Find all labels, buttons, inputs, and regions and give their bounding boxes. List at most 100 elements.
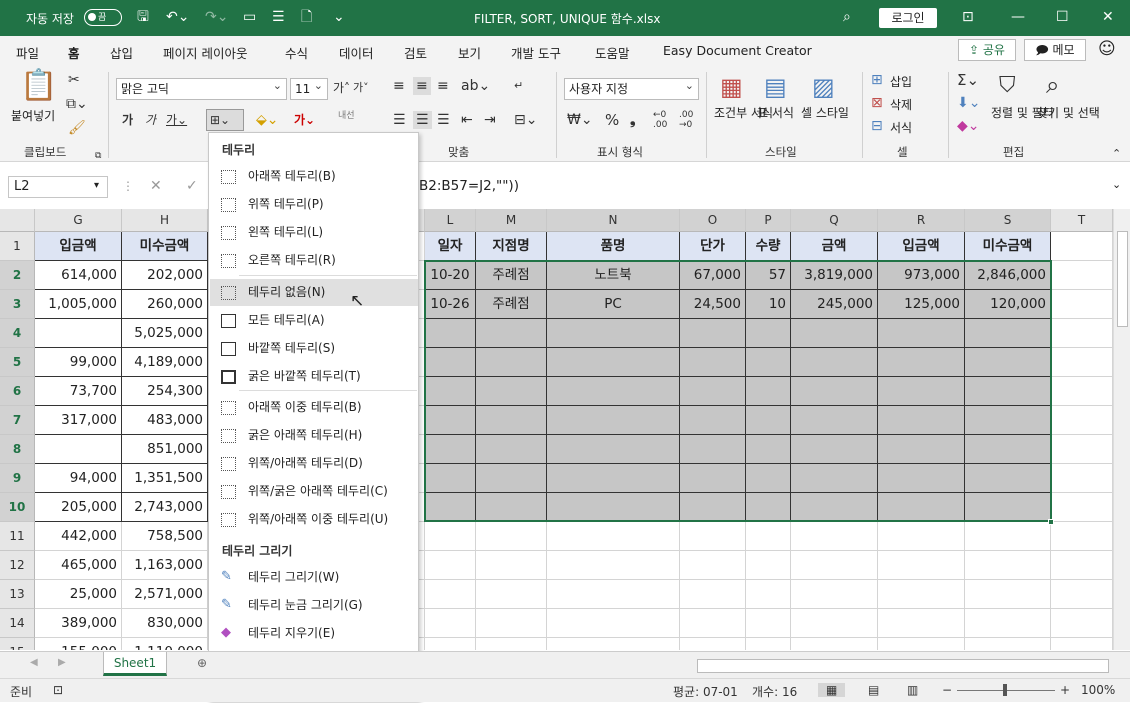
accounting-format-icon[interactable]: ₩⌄: [567, 112, 593, 128]
copy-icon[interactable]: ⧉⌄: [66, 96, 88, 112]
row-header[interactable]: 5: [0, 348, 35, 377]
menu-item-border-top-bottom[interactable]: 위쪽/아래쪽 테두리(D): [210, 450, 418, 477]
insert-cells-button[interactable]: 삽입: [890, 73, 912, 90]
cell[interactable]: [878, 406, 965, 435]
column-header-p[interactable]: P: [746, 209, 791, 232]
table-header-cell[interactable]: 지점명: [476, 232, 547, 261]
column-header-t[interactable]: T: [1051, 209, 1113, 232]
cell-g7[interactable]: 317,000: [35, 406, 122, 435]
cell-g5[interactable]: 99,000: [35, 348, 122, 377]
cell[interactable]: [425, 522, 476, 551]
tab-formulas[interactable]: 수식: [285, 43, 308, 62]
cell[interactable]: [791, 609, 878, 638]
cell-h8[interactable]: 851,000: [122, 435, 208, 464]
cell[interactable]: [680, 464, 746, 493]
cell[interactable]: [1051, 638, 1113, 650]
cell-h15[interactable]: 1,110,000: [122, 638, 208, 650]
cell[interactable]: [425, 464, 476, 493]
cell[interactable]: [425, 580, 476, 609]
cell[interactable]: [791, 377, 878, 406]
cell[interactable]: [791, 348, 878, 377]
column-header-o[interactable]: O: [680, 209, 746, 232]
format-cells-button[interactable]: 서식: [890, 119, 912, 136]
cell-h4[interactable]: 5,025,000: [122, 319, 208, 348]
bold-icon[interactable]: 가: [122, 112, 133, 128]
cell[interactable]: [476, 580, 547, 609]
cell[interactable]: [791, 638, 878, 650]
cell[interactable]: [476, 464, 547, 493]
cell[interactable]: [878, 551, 965, 580]
delete-cells-button[interactable]: 삭제: [890, 96, 912, 113]
number-format-select[interactable]: 사용자 지정: [564, 76, 699, 100]
cell[interactable]: [680, 551, 746, 580]
row-header[interactable]: 12: [0, 551, 35, 580]
table-data-cell[interactable]: 10-26: [425, 290, 476, 319]
expand-formula-icon[interactable]: ⌄: [1112, 178, 1121, 191]
cell[interactable]: [965, 522, 1051, 551]
increase-indent-icon[interactable]: ⇥: [484, 112, 496, 128]
menu-item-border-none[interactable]: 테두리 없음(N): [210, 279, 418, 306]
menu-item-draw-border[interactable]: ✎ 테두리 그리기(W): [210, 564, 418, 591]
column-header-q[interactable]: Q: [791, 209, 878, 232]
table-data-cell[interactable]: 125,000: [878, 290, 965, 319]
cell[interactable]: [746, 580, 791, 609]
cell[interactable]: [1051, 348, 1113, 377]
enter-formula-icon[interactable]: ✓: [186, 178, 198, 194]
table-data-cell[interactable]: PC: [547, 290, 680, 319]
table-data-cell[interactable]: 주례점: [476, 290, 547, 319]
cell[interactable]: [746, 377, 791, 406]
cell[interactable]: [791, 580, 878, 609]
ribbon-display-icon[interactable]: ⊡: [962, 8, 974, 26]
cell[interactable]: [1051, 522, 1113, 551]
menu-item-border-double-bottom[interactable]: 아래쪽 이중 테두리(B): [210, 394, 418, 421]
tab-developer[interactable]: 개발 도구: [511, 43, 561, 62]
column-header-r[interactable]: R: [878, 209, 965, 232]
find-select-button[interactable]: 찾기 및 선택: [1037, 106, 1100, 121]
redo-icon[interactable]: ↷⌄: [205, 8, 228, 26]
cell[interactable]: [965, 493, 1051, 522]
cell[interactable]: [547, 638, 680, 650]
cell[interactable]: [1051, 290, 1113, 319]
column-header-g[interactable]: G: [35, 209, 122, 232]
tab-home[interactable]: 홈: [66, 43, 81, 68]
cell[interactable]: [746, 522, 791, 551]
find-select-icon[interactable]: ⌕: [1046, 72, 1059, 98]
cell[interactable]: [1051, 464, 1113, 493]
cell[interactable]: [965, 551, 1051, 580]
cell-h6[interactable]: 254,300: [122, 377, 208, 406]
percent-icon[interactable]: %: [605, 112, 619, 128]
cell[interactable]: [965, 319, 1051, 348]
search-icon[interactable]: ⌕: [843, 8, 851, 26]
cell-h12[interactable]: 1,163,000: [122, 551, 208, 580]
cell-h2[interactable]: 202,000: [122, 261, 208, 290]
zoom-in-icon[interactable]: +: [1060, 683, 1070, 697]
cell-h1[interactable]: 미수금액: [122, 232, 208, 261]
cell[interactable]: [1051, 377, 1113, 406]
merge-center-icon[interactable]: ⊟⌄: [514, 112, 537, 128]
cell[interactable]: [547, 493, 680, 522]
cell[interactable]: [1051, 319, 1113, 348]
cell[interactable]: [476, 319, 547, 348]
cell-h10[interactable]: 2,743,000: [122, 493, 208, 522]
table-data-cell[interactable]: 973,000: [878, 261, 965, 290]
prev-sheet-icon[interactable]: ◀: [30, 657, 38, 668]
borders-button[interactable]: ⊞⌄: [206, 109, 244, 131]
cell[interactable]: [680, 638, 746, 650]
table-format-icon[interactable]: ▤: [764, 74, 787, 100]
cell[interactable]: [791, 551, 878, 580]
menu-item-border-all[interactable]: 모든 테두리(A): [210, 307, 418, 334]
cell[interactable]: [746, 435, 791, 464]
cell[interactable]: [965, 580, 1051, 609]
row-header[interactable]: 3: [0, 290, 35, 319]
cell[interactable]: [878, 348, 965, 377]
menu-item-border-outside[interactable]: 바깥쪽 테두리(S): [210, 335, 418, 362]
paste-button[interactable]: 붙여넣기: [11, 107, 55, 124]
table-header-cell[interactable]: 입금액: [878, 232, 965, 261]
menu-item-border-top-thick-bottom[interactable]: 위쪽/굵은 아래쪽 테두리(C): [210, 478, 418, 505]
cell[interactable]: [425, 377, 476, 406]
cell[interactable]: [547, 609, 680, 638]
align-center-icon[interactable]: ☰: [413, 111, 432, 129]
worksheet-grid[interactable]: GH LMNOPQRST 123456789101112131415 입금액미수…: [0, 209, 1113, 650]
increase-decimal-icon[interactable]: ←0.00: [653, 110, 667, 130]
row-header[interactable]: 6: [0, 377, 35, 406]
